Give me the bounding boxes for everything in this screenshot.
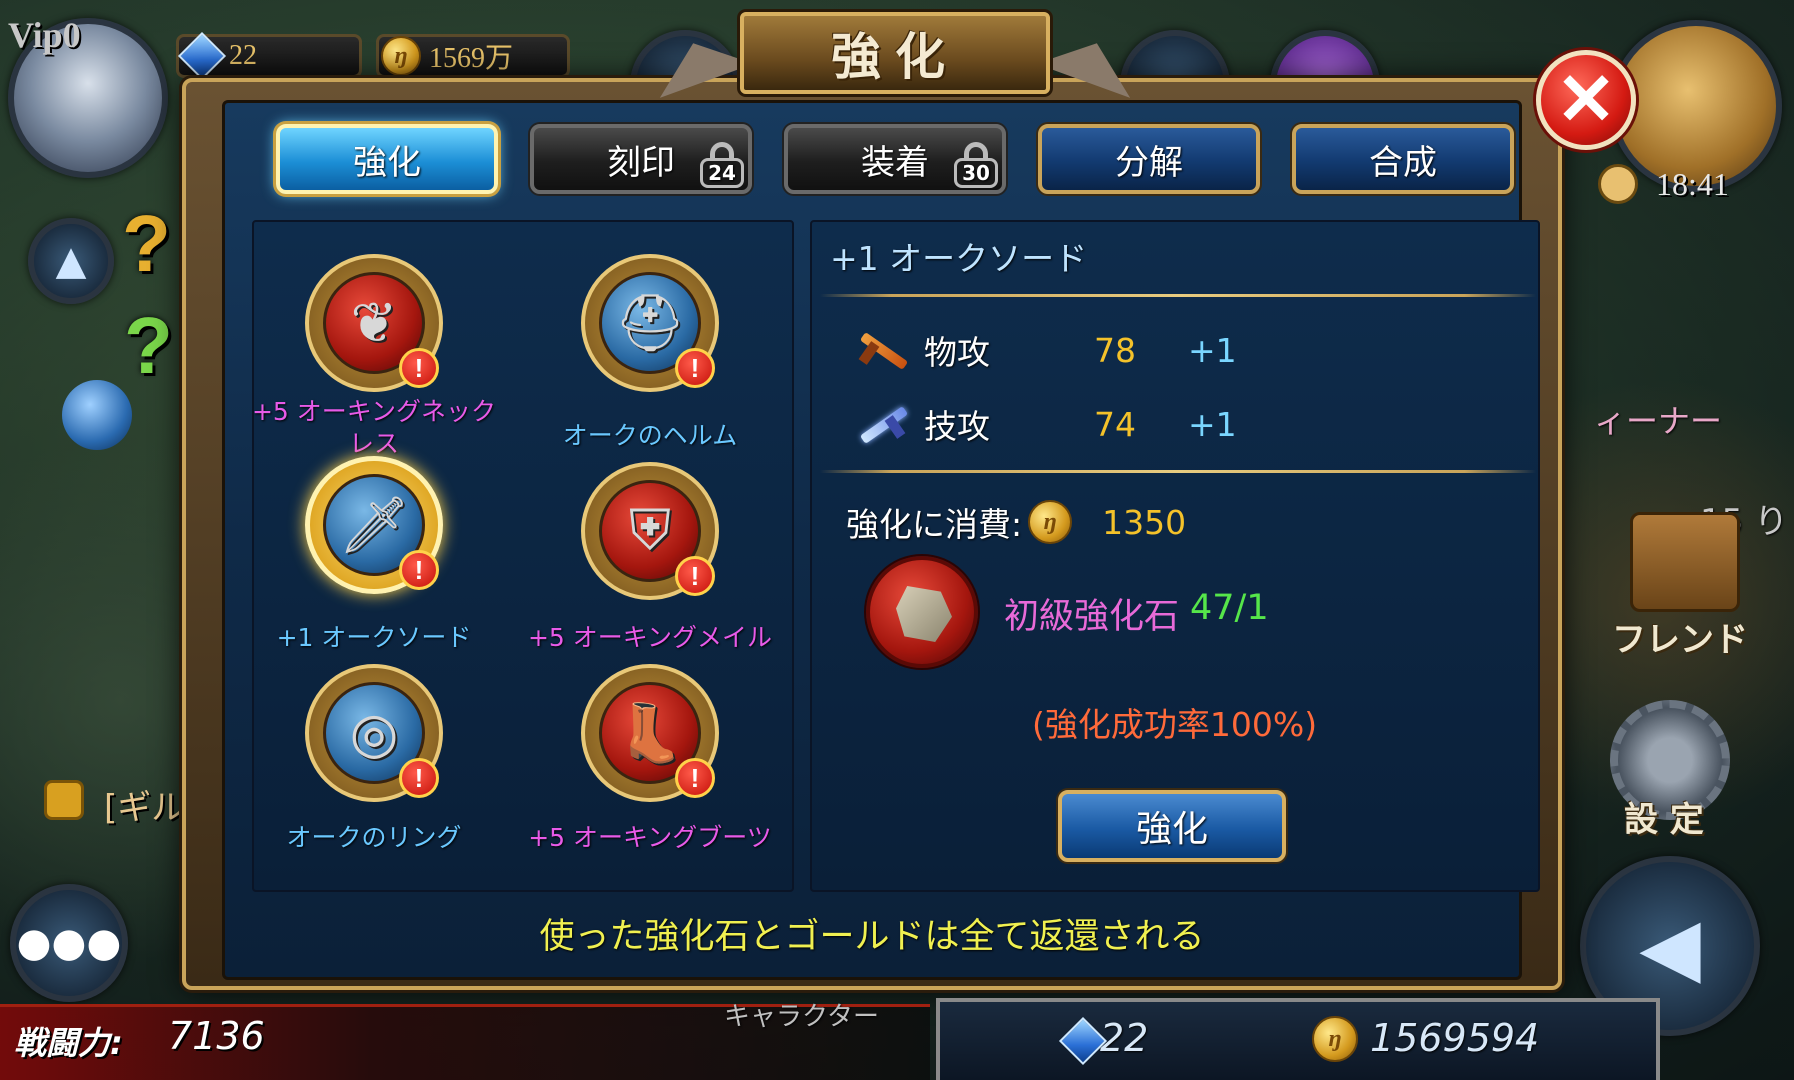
gold-coin-icon: ŋ bbox=[381, 36, 421, 76]
lock-level: 24 bbox=[700, 158, 744, 188]
alert-icon: ! bbox=[399, 758, 439, 798]
combat-power-value: 7136 bbox=[168, 1014, 265, 1058]
success-rate-text: (強化成功率100%) bbox=[1032, 705, 1318, 744]
chat-bubble-icon: ●●● bbox=[16, 920, 122, 966]
close-icon: ✕ bbox=[1555, 60, 1617, 140]
gem-balance: 22 bbox=[1100, 1016, 1149, 1060]
vip-label: Vip0 bbox=[8, 15, 81, 55]
lock-icon bbox=[44, 780, 84, 820]
stat-value: 74 bbox=[1094, 404, 1136, 444]
gold-coin-icon: ŋ bbox=[1312, 1016, 1358, 1062]
item-name: +5 オーキングメイル bbox=[527, 623, 773, 652]
material-count: 47/1 bbox=[1190, 588, 1269, 628]
refund-notice: 使った強化石とゴールドは全て返還される bbox=[539, 917, 1205, 957]
sword-stat-icon bbox=[854, 322, 910, 378]
enhance-button-label: 強化 bbox=[1135, 809, 1208, 850]
gold-count: 1569万 bbox=[429, 43, 514, 74]
chat-button[interactable]: ●●● bbox=[10, 884, 128, 1002]
alert-icon: ! bbox=[399, 550, 439, 590]
navigate-arrow-icon: ◀ bbox=[1639, 899, 1701, 993]
alert-icon: ! bbox=[675, 556, 715, 596]
gem-count: 22 bbox=[229, 40, 257, 71]
tab-label: 分解 bbox=[1115, 142, 1183, 183]
lock-icon: 30 bbox=[954, 142, 998, 188]
cost-value: 1350 bbox=[1102, 502, 1187, 542]
alert-icon: ! bbox=[675, 348, 715, 388]
enhance-button[interactable]: 強化 bbox=[1058, 790, 1286, 862]
stat-row-skill-attack: 技攻 74 +1 bbox=[854, 396, 1237, 452]
close-button[interactable]: ✕ bbox=[1536, 50, 1636, 150]
gem-counter: 22 bbox=[176, 31, 362, 81]
magic-sword-stat-icon bbox=[854, 396, 910, 452]
equipment-item[interactable]: ❦ ! +5 オーキングネックレス bbox=[244, 254, 504, 460]
up-arrow-icon: ▲ bbox=[55, 238, 87, 284]
tab-enhance[interactable]: 強化 bbox=[276, 124, 498, 194]
item-name: +1 オークソード bbox=[276, 623, 472, 652]
tab-engrave[interactable]: 刻印 24 bbox=[530, 124, 752, 194]
material-name: 初級強化石 bbox=[1004, 597, 1180, 637]
item-name: +5 オーキングネックレス bbox=[251, 397, 497, 458]
tab-label: 刻印 bbox=[607, 142, 675, 183]
equipment-item[interactable]: ◎ ! オークのリング bbox=[244, 664, 504, 854]
friend-mug-icon[interactable] bbox=[1630, 512, 1740, 612]
game-time: 18:41 bbox=[1656, 166, 1729, 202]
item-name: +5 オーキングブーツ bbox=[528, 823, 772, 852]
tab-synthesize[interactable]: 合成 bbox=[1292, 124, 1514, 194]
tab-equip[interactable]: 装着 30 bbox=[784, 124, 1006, 194]
gold-balance: 1569594 bbox=[1370, 1016, 1540, 1060]
cost-label: 強化に消費: bbox=[846, 505, 1023, 544]
guild-text[interactable]: [ギル bbox=[104, 780, 185, 829]
quest-question-icon-green[interactable]: ? bbox=[124, 300, 173, 392]
lock-level: 30 bbox=[954, 158, 998, 188]
character-label[interactable]: キャラクター bbox=[724, 996, 879, 1033]
tab-label: 強化 bbox=[353, 142, 421, 183]
enhance-stone-icon bbox=[866, 556, 978, 668]
equipment-item[interactable]: ⛨ ! +5 オーキングメイル bbox=[520, 462, 780, 654]
alert-icon: ! bbox=[399, 348, 439, 388]
detail-item-name: +1 オークソード bbox=[830, 239, 1088, 278]
stat-bonus: +1 bbox=[1188, 330, 1237, 370]
lock-icon: 24 bbox=[700, 142, 744, 188]
settings-button-label[interactable]: 設 定 bbox=[1624, 792, 1704, 841]
window-title-plate: 強化 bbox=[740, 12, 1050, 94]
gem-icon bbox=[177, 31, 227, 81]
alert-icon: ! bbox=[675, 758, 715, 798]
gold-counter: ŋ 1569万 bbox=[376, 34, 570, 78]
currency-bar: 22 ŋ 1569594 bbox=[936, 998, 1660, 1080]
stat-value: 78 bbox=[1094, 330, 1136, 370]
tab-label: 合成 bbox=[1369, 142, 1437, 183]
up-arrow-button[interactable]: ▲ bbox=[28, 218, 114, 304]
enhance-cost-row: 強化に消費: ŋ 1350 bbox=[846, 498, 1186, 546]
orb-icon[interactable] bbox=[62, 380, 132, 450]
stat-row-physical-attack: 物攻 78 +1 bbox=[854, 322, 1237, 378]
divider bbox=[820, 470, 1536, 473]
item-name: オークのヘルム bbox=[562, 421, 738, 450]
stat-name: 技攻 bbox=[924, 407, 990, 446]
divider bbox=[820, 294, 1536, 297]
equipment-item[interactable]: 👢 ! +5 オーキングブーツ bbox=[520, 664, 780, 854]
equipment-item[interactable]: ⛑ ! オークのヘルム bbox=[520, 254, 780, 452]
tab-label: 装着 bbox=[861, 142, 929, 183]
tab-dismantle[interactable]: 分解 bbox=[1038, 124, 1260, 194]
clock-icon bbox=[1598, 164, 1638, 204]
friend-button-label[interactable]: フレンド bbox=[1612, 612, 1748, 661]
trainer-text: ィーナー bbox=[1594, 402, 1723, 440]
window-title: 強化 bbox=[831, 28, 959, 86]
item-name: オークのリング bbox=[286, 823, 462, 852]
gold-coin-icon: ŋ bbox=[1028, 500, 1073, 544]
equipment-item-selected[interactable]: 🗡 ! +1 オークソード bbox=[244, 456, 504, 654]
stat-bonus: +1 bbox=[1188, 404, 1237, 444]
quest-question-icon[interactable]: ? bbox=[122, 198, 171, 290]
stat-name: 物攻 bbox=[924, 333, 990, 372]
combat-power-label: 戦闘力: bbox=[14, 1024, 123, 1062]
